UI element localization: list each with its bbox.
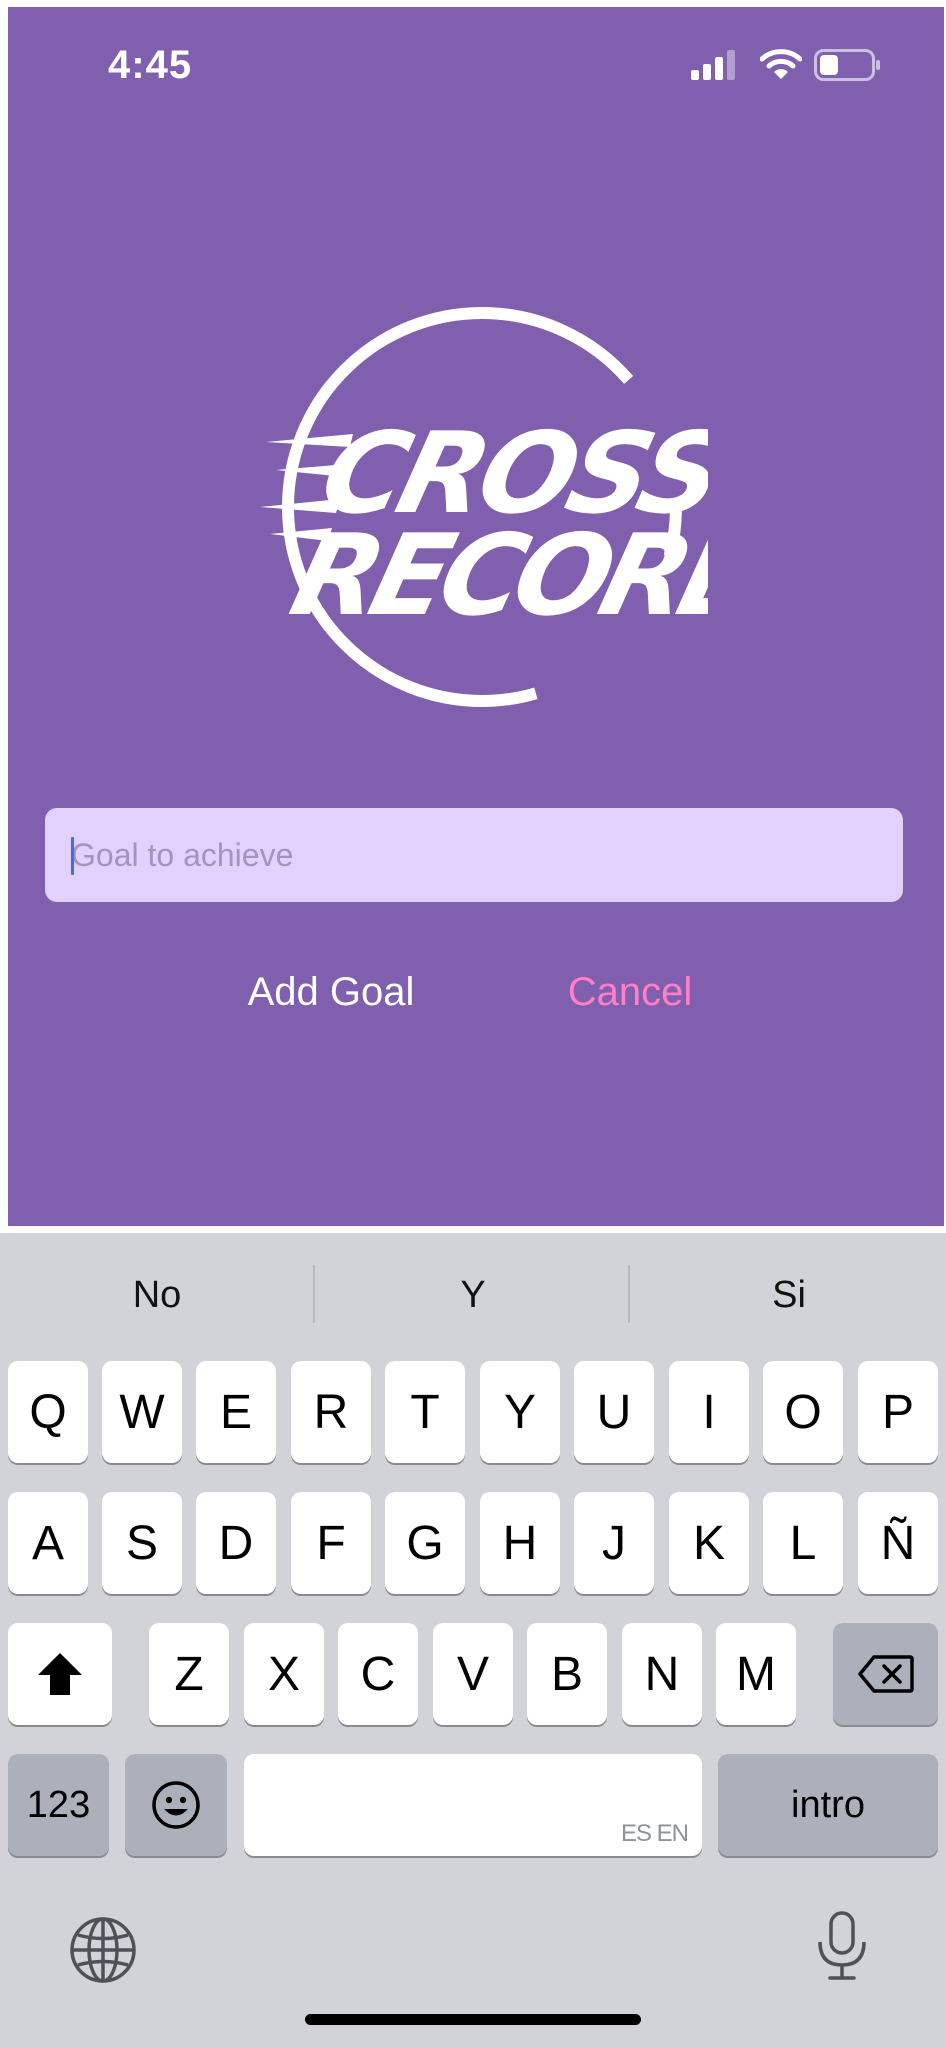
signal-bars-icon: [691, 50, 737, 85]
space-bar[interactable]: ES EN: [244, 1754, 702, 1856]
emoji-key[interactable]: [125, 1754, 227, 1856]
screen: 4:45 CROSS RECORD Goal to achieve Add Go…: [0, 0, 946, 2048]
key-g[interactable]: G: [385, 1492, 465, 1594]
key-l[interactable]: L: [763, 1492, 843, 1594]
key-w[interactable]: W: [102, 1361, 182, 1463]
key-p[interactable]: P: [858, 1361, 938, 1463]
key-i[interactable]: I: [669, 1361, 749, 1463]
suggestion-1[interactable]: No: [57, 1265, 257, 1325]
key-e[interactable]: E: [196, 1361, 276, 1463]
backspace-key[interactable]: [833, 1623, 938, 1725]
status-time: 4:45: [108, 43, 193, 87]
key-v[interactable]: V: [433, 1623, 513, 1725]
text-cursor: [71, 837, 74, 875]
add-goal-button[interactable]: Add Goal: [226, 962, 436, 1022]
key-n-tilde[interactable]: Ñ: [858, 1492, 938, 1594]
add-goal-screen: 4:45 CROSS RECORD Goal to achieve Add Go…: [8, 7, 944, 1226]
key-b[interactable]: B: [527, 1623, 607, 1725]
key-d[interactable]: D: [196, 1492, 276, 1594]
key-s[interactable]: S: [102, 1492, 182, 1594]
cancel-button[interactable]: Cancel: [546, 962, 714, 1022]
goal-input[interactable]: [45, 808, 903, 902]
key-j[interactable]: J: [574, 1492, 654, 1594]
return-key[interactable]: intro: [718, 1754, 938, 1856]
microphone-icon[interactable]: [812, 1910, 872, 1987]
key-o[interactable]: O: [763, 1361, 843, 1463]
key-f[interactable]: F: [291, 1492, 371, 1594]
key-n[interactable]: N: [622, 1623, 702, 1725]
shift-icon: [38, 1653, 82, 1695]
key-m[interactable]: M: [716, 1623, 796, 1725]
key-r[interactable]: R: [291, 1361, 371, 1463]
key-y[interactable]: Y: [480, 1361, 560, 1463]
key-a[interactable]: A: [8, 1492, 88, 1594]
key-h[interactable]: H: [480, 1492, 560, 1594]
space-language-label: ES EN: [620, 1820, 689, 1847]
suggestion-divider: [628, 1265, 630, 1323]
cross-record-logo: CROSS RECORD: [248, 302, 787, 714]
key-t[interactable]: T: [385, 1361, 465, 1463]
key-q[interactable]: Q: [8, 1361, 88, 1463]
logo-text-record: RECORD: [280, 510, 708, 641]
suggestion-2[interactable]: Y: [373, 1265, 573, 1325]
suggestion-divider: [313, 1265, 315, 1323]
backspace-icon: [857, 1655, 914, 1693]
home-indicator[interactable]: [305, 2014, 641, 2025]
status-bar: 4:45: [8, 7, 944, 117]
emoji-icon: [152, 1781, 200, 1829]
key-c[interactable]: C: [338, 1623, 418, 1725]
wifi-icon: [759, 48, 803, 85]
shift-key[interactable]: [8, 1623, 112, 1725]
battery-icon: [814, 49, 882, 86]
key-u[interactable]: U: [574, 1361, 654, 1463]
key-k[interactable]: K: [669, 1492, 749, 1594]
numbers-key[interactable]: 123: [8, 1754, 109, 1856]
key-x[interactable]: X: [244, 1623, 324, 1725]
globe-icon[interactable]: [68, 1915, 138, 1990]
suggestion-3[interactable]: Si: [689, 1265, 889, 1325]
key-z[interactable]: Z: [149, 1623, 229, 1725]
